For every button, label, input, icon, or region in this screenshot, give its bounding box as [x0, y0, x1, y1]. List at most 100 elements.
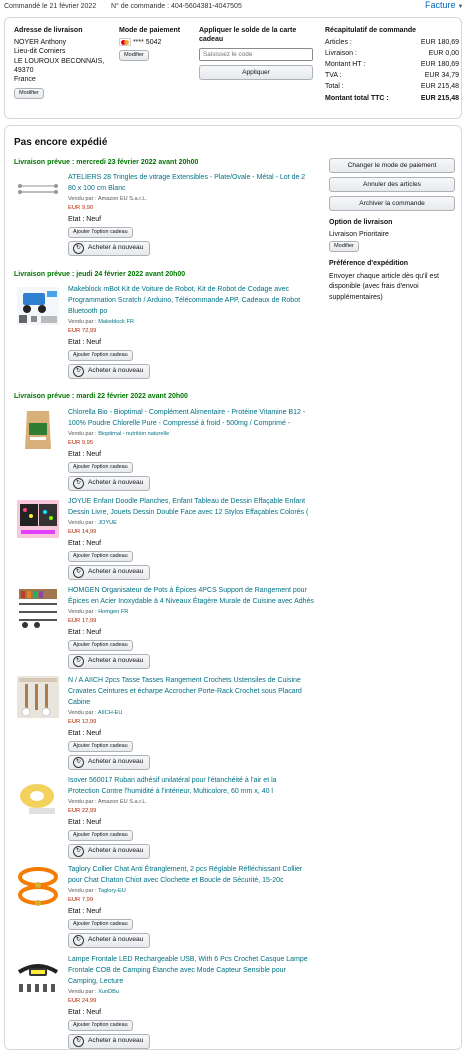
- product-image[interactable]: [15, 954, 61, 1003]
- add-gift-option-button[interactable]: Ajouter l'option cadeau: [68, 1019, 133, 1031]
- rebuy-icon: ↻: [73, 365, 84, 377]
- buy-again-button[interactable]: ↻ Acheter à nouveau: [68, 843, 150, 859]
- buy-again-button[interactable]: ↻ Acheter à nouveau: [68, 653, 150, 669]
- order-header: Commandé le 21 février 2022 N° de comman…: [0, 0, 462, 16]
- item-price: EUR 12,99: [68, 719, 97, 726]
- add-gift-option-button[interactable]: Ajouter l'option cadeau: [68, 829, 133, 841]
- sold-by: Vendu par : Taglory-EU: [68, 888, 126, 894]
- gift-code-input[interactable]: [199, 48, 313, 62]
- buy-again-button[interactable]: ↻ Acheter à nouveau: [68, 475, 150, 491]
- order-item: Makeblock mBot Kit de Voiture de Robot, …: [68, 284, 318, 379]
- shipping-address: Adresse de livraison NOYER Anthony Lieu-…: [14, 26, 114, 99]
- card-digits: **** 5042: [132, 39, 162, 47]
- product-title-link[interactable]: Makeblock mBot Kit de Voiture de Robot, …: [68, 284, 318, 317]
- item-condition: Etat : Neuf: [68, 1008, 102, 1016]
- recap-row: Montant HT : EUR 180,69: [325, 61, 459, 69]
- buy-again-button[interactable]: ↻ Acheter à nouveau: [68, 240, 150, 256]
- buy-again-button[interactable]: ↻ Acheter à nouveau: [68, 1033, 150, 1049]
- add-gift-option-button[interactable]: Ajouter l'option cadeau: [68, 550, 133, 562]
- delivery-option-title: Option de livraison: [329, 219, 393, 226]
- product-title-link[interactable]: Lampe Frontale LED Rechargeable USB, Wit…: [68, 954, 320, 987]
- rebuy-icon: ↻: [73, 477, 84, 489]
- delivery-date-label: Livraison prévue : mardi 22 février 2022…: [14, 393, 188, 400]
- product-title-link[interactable]: N / A AIICH 2pcs Tasse Tasses Rangement …: [68, 675, 320, 708]
- sold-by: Vendu par : Homgen FR: [68, 609, 129, 615]
- gift-card-section: Appliquer le solde de la carte cadeau Ap…: [199, 26, 317, 81]
- product-title-link[interactable]: HOMGEN Organisateur de Pots à Épices 4PC…: [68, 585, 320, 607]
- rebuy-icon: ↻: [73, 756, 84, 768]
- item-condition: Etat : Neuf: [68, 215, 102, 223]
- item-price: EUR 7,99: [68, 897, 94, 904]
- payment-title: Mode de paiement: [119, 27, 181, 34]
- rebuy-icon: ↻: [73, 566, 84, 578]
- buy-again-button[interactable]: ↻ Acheter à nouveau: [68, 754, 150, 770]
- product-image[interactable]: [15, 863, 61, 912]
- product-image[interactable]: [15, 171, 61, 220]
- shipment-status-title: Pas encore expédié: [14, 137, 108, 148]
- product-image[interactable]: [15, 774, 61, 823]
- rebuy-icon: ↻: [73, 242, 84, 254]
- cancel-items-button[interactable]: Annuler des articles: [329, 177, 455, 192]
- change-payment-button[interactable]: Changer le mode de paiement: [329, 158, 455, 173]
- product-image[interactable]: [15, 674, 61, 723]
- sold-by: Vendu par : Bioptimal - nutrition nature…: [68, 431, 170, 437]
- item-condition: Etat : Neuf: [68, 450, 102, 458]
- payment-method: Mode de paiement **** 5042 Modifier: [119, 26, 195, 62]
- product-image[interactable]: [15, 407, 61, 456]
- address-line: NOYER Anthony: [14, 39, 67, 47]
- shipping-preference-text: disponible (avec frais d'envoi: [329, 283, 419, 291]
- edit-address-button[interactable]: Modifier: [14, 87, 44, 99]
- recap-row: Total : EUR 215,48: [325, 83, 459, 91]
- buy-again-button[interactable]: ↻ Acheter à nouveau: [68, 932, 150, 948]
- item-condition: Etat : Neuf: [68, 818, 102, 826]
- delivery-date-label: Livraison prévue : jeudi 24 février 2022…: [14, 271, 186, 278]
- rebuy-icon: ↻: [73, 1035, 84, 1047]
- edit-payment-button[interactable]: Modifier: [119, 50, 149, 62]
- edit-delivery-option-button[interactable]: Modifier: [329, 241, 359, 253]
- product-image[interactable]: [15, 585, 61, 634]
- apply-gift-button[interactable]: Appliquer: [199, 65, 313, 81]
- add-gift-option-button[interactable]: Ajouter l'option cadeau: [68, 740, 133, 752]
- add-gift-option-button[interactable]: Ajouter l'option cadeau: [68, 461, 133, 473]
- order-item: Chlorella Bio - Bioptimal - Complément A…: [68, 407, 320, 491]
- product-title-link[interactable]: Isover 560017 Ruban adhésif unilatéral p…: [68, 775, 320, 797]
- add-gift-option-button[interactable]: Ajouter l'option cadeau: [68, 918, 133, 930]
- order-date: Commandé le 21 février 2022: [4, 3, 97, 10]
- address-line: LE LOUROUX BECONNAIS,: [14, 57, 105, 65]
- sold-by: Vendu par : Amazon EU S.a.r.L.: [68, 799, 147, 805]
- item-condition: Etat : Neuf: [68, 729, 102, 737]
- buy-again-button[interactable]: ↻ Acheter à nouveau: [68, 564, 150, 580]
- sold-by: Vendu par : Makeblock FR: [68, 319, 134, 325]
- add-gift-option-button[interactable]: Ajouter l'option cadeau: [68, 349, 133, 361]
- order-item: Isover 560017 Ruban adhésif unilatéral p…: [68, 775, 320, 859]
- recap-title: Récapitulatif de commande: [325, 27, 417, 34]
- buy-again-button[interactable]: ↻ Acheter à nouveau: [68, 363, 150, 379]
- archive-order-button[interactable]: Archiver la commande: [329, 196, 455, 211]
- sold-by: Vendu par : XunDBu: [68, 989, 120, 995]
- sold-by: Vendu par : Amazon EU S.a.r.L.: [68, 196, 147, 202]
- product-title-link[interactable]: Chlorella Bio - Bioptimal - Complément A…: [68, 407, 320, 429]
- order-summary-box: Adresse de livraison NOYER Anthony Lieu-…: [4, 17, 462, 119]
- address-line: France: [14, 76, 36, 84]
- product-image[interactable]: [15, 283, 61, 332]
- recap-row: TVA : EUR 34,79: [325, 72, 459, 80]
- product-title-link[interactable]: Taglory Collier Chat Anti Étranglement, …: [68, 864, 320, 886]
- order-recap: Récapitulatif de commande Articles : EUR …: [325, 26, 459, 104]
- order-item: ATELIERS 28 Tringles de vitrage Extensib…: [68, 172, 318, 256]
- rebuy-icon: ↻: [73, 845, 84, 857]
- add-gift-option-button[interactable]: Ajouter l'option cadeau: [68, 226, 133, 238]
- delivery-date-label: Livraison prévue : mercredi 23 février 2…: [14, 159, 199, 166]
- gift-title: Appliquer le solde de la carte cadeau: [199, 27, 297, 44]
- add-gift-option-button[interactable]: Ajouter l'option cadeau: [68, 639, 133, 651]
- order-item: HOMGEN Organisateur de Pots à Épices 4PC…: [68, 585, 320, 669]
- invoice-link[interactable]: Facture ▼: [425, 0, 462, 12]
- order-item: N / A AIICH 2pcs Tasse Tasses Rangement …: [68, 675, 320, 770]
- product-title-link[interactable]: ATELIERS 28 Tringles de vitrage Extensib…: [68, 172, 318, 194]
- sold-by: Vendu par : AIICH-EU: [68, 710, 123, 716]
- recap-row: Livraison : EUR 0,00: [325, 50, 459, 58]
- address-line: 49370: [14, 66, 34, 74]
- product-title-link[interactable]: JOYUE Enfant Doodle Planches, Enfant Tab…: [68, 496, 320, 518]
- delivery-option-value: Livraison Prioritaire: [329, 231, 389, 239]
- order-item: Lampe Frontale LED Rechargeable USB, Wit…: [68, 954, 320, 1049]
- product-image[interactable]: [15, 496, 61, 545]
